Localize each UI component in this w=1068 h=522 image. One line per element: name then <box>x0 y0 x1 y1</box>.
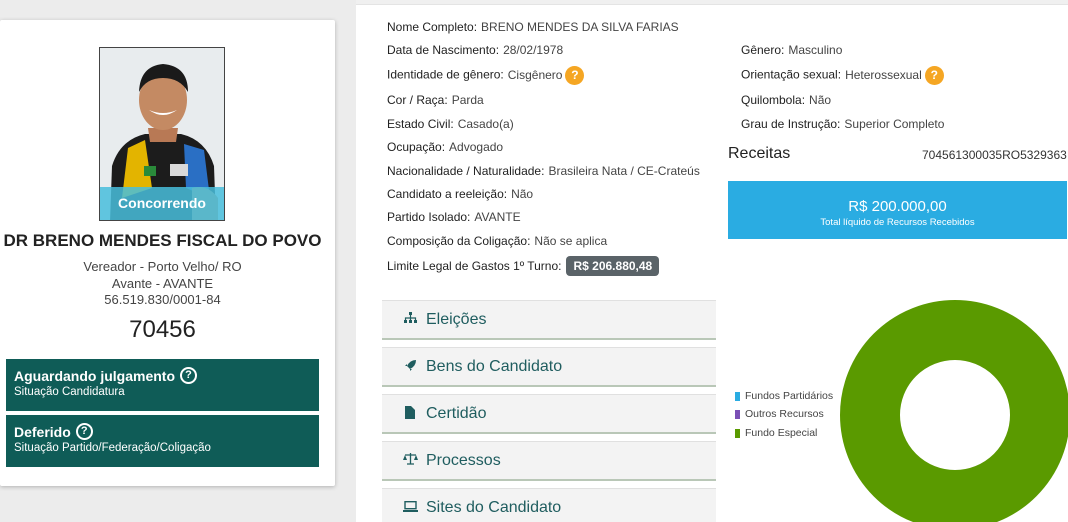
legend-item[interactable]: Fundo Especial <box>735 427 817 439</box>
candidate-name: DR BRENO MENDES FISCAL DO POVO <box>3 231 322 250</box>
field-ocupacao: Ocupação: Advogado <box>387 140 504 154</box>
candidate-card: Concorrendo DR BRENO MENDES FISCAL DO PO… <box>0 20 335 486</box>
accordion-label: Sites do Candidato <box>426 498 562 516</box>
help-icon[interactable]: ? <box>75 423 93 440</box>
accordion-label: Certidão <box>426 404 487 422</box>
field-genero: Gênero: Masculino <box>741 43 843 57</box>
field-nome: Nome Completo: BRENO MENDES DA SILVA FARI… <box>387 20 679 34</box>
candidate-number: 70456 <box>129 316 196 343</box>
top-divider <box>356 0 1068 5</box>
status-partido-sub: Situação Partido/Federação/Coligação <box>14 442 211 454</box>
field-nacionalidade: Nacionalidade / Naturalidade: Brasileira … <box>387 164 700 178</box>
donut-slice-fundo-especial[interactable] <box>840 300 1068 522</box>
accordion-bens[interactable]: Bens do Candidato <box>382 347 716 387</box>
field-estado-civil: Estado Civil: Casado(a) <box>387 117 514 131</box>
receitas-amount: R$ 200.000,00 <box>848 198 947 215</box>
photo-status-badge: Concorrendo <box>100 187 224 220</box>
candidate-cnpj: 56.519.830/0001-84 <box>104 292 221 307</box>
legend-swatch <box>735 428 740 438</box>
legend-swatch <box>735 391 740 401</box>
accordion-processos[interactable]: Processos <box>382 441 716 481</box>
field-nascimento: Data de Nascimento: 28/02/1978 <box>387 43 564 57</box>
status-candidatura-sub: Situação Candidatura <box>14 386 125 398</box>
receitas-title: Receitas <box>728 145 791 162</box>
field-reeleicao: Candidato a reeleição: Não <box>387 187 534 201</box>
legend-item[interactable]: Fundos Partidários <box>735 390 833 402</box>
status-partido: Deferido? Situação Partido/Federação/Col… <box>6 415 319 467</box>
field-quilombola: Quilombola: Não <box>741 93 832 107</box>
field-cor: Cor / Raça: Parda <box>387 93 484 107</box>
help-icon[interactable]: ? <box>565 66 585 85</box>
rocket-icon <box>402 359 418 375</box>
receitas-subtitle: Total líquido de Recursos Recebidos <box>820 217 975 228</box>
field-identidade: Identidade de gênero: Cisgênero? <box>387 66 585 85</box>
accordion-certidao[interactable]: Certidão <box>382 394 716 434</box>
accordion-eleicoes[interactable]: Eleições <box>382 300 716 340</box>
field-coligacao: Composição da Coligação: Não se aplica <box>387 234 608 248</box>
help-icon[interactable]: ? <box>924 66 944 85</box>
field-partido: Partido Isolado: AVANTE <box>387 210 521 224</box>
accordion-sites[interactable]: Sites do Candidato <box>382 488 716 522</box>
candidate-photo: Concorrendo <box>99 47 225 221</box>
receitas-total-box: R$ 200.000,00 Total líquido de Recursos … <box>728 181 1067 239</box>
sitemap-icon <box>402 312 418 327</box>
receitas-donut-chart <box>840 300 1068 522</box>
legend-swatch <box>735 409 740 419</box>
status-partido-title: Deferido <box>14 423 71 440</box>
laptop-icon <box>402 500 418 515</box>
field-limite-gastos: Limite Legal de Gastos 1º Turno: R$ 206.8… <box>387 256 660 276</box>
field-grau-instrucao: Grau de Instrução: Superior Completo <box>741 117 945 131</box>
field-orientacao: Orientação sexual: Heterossexual? <box>741 66 944 85</box>
accordion-label: Bens do Candidato <box>426 357 563 375</box>
file-icon <box>402 405 418 422</box>
receitas-code: 704561300035RO5329363 <box>922 148 1067 162</box>
limit-badge: R$ 206.880,48 <box>566 256 660 276</box>
status-candidatura: Aguardando julgamento? Situação Candidat… <box>6 359 319 411</box>
candidate-party: Avante - AVANTE <box>111 276 214 291</box>
balance-scale-icon <box>402 453 418 468</box>
accordion-label: Processos <box>426 451 501 469</box>
legend-item[interactable]: Outros Recursos <box>735 408 824 420</box>
status-candidatura-title: Aguardando julgamento <box>14 367 175 384</box>
accordion-label: Eleições <box>426 310 487 328</box>
help-icon[interactable]: ? <box>180 367 197 384</box>
candidate-office: Vereador - Porto Velho/ RO <box>83 259 242 274</box>
